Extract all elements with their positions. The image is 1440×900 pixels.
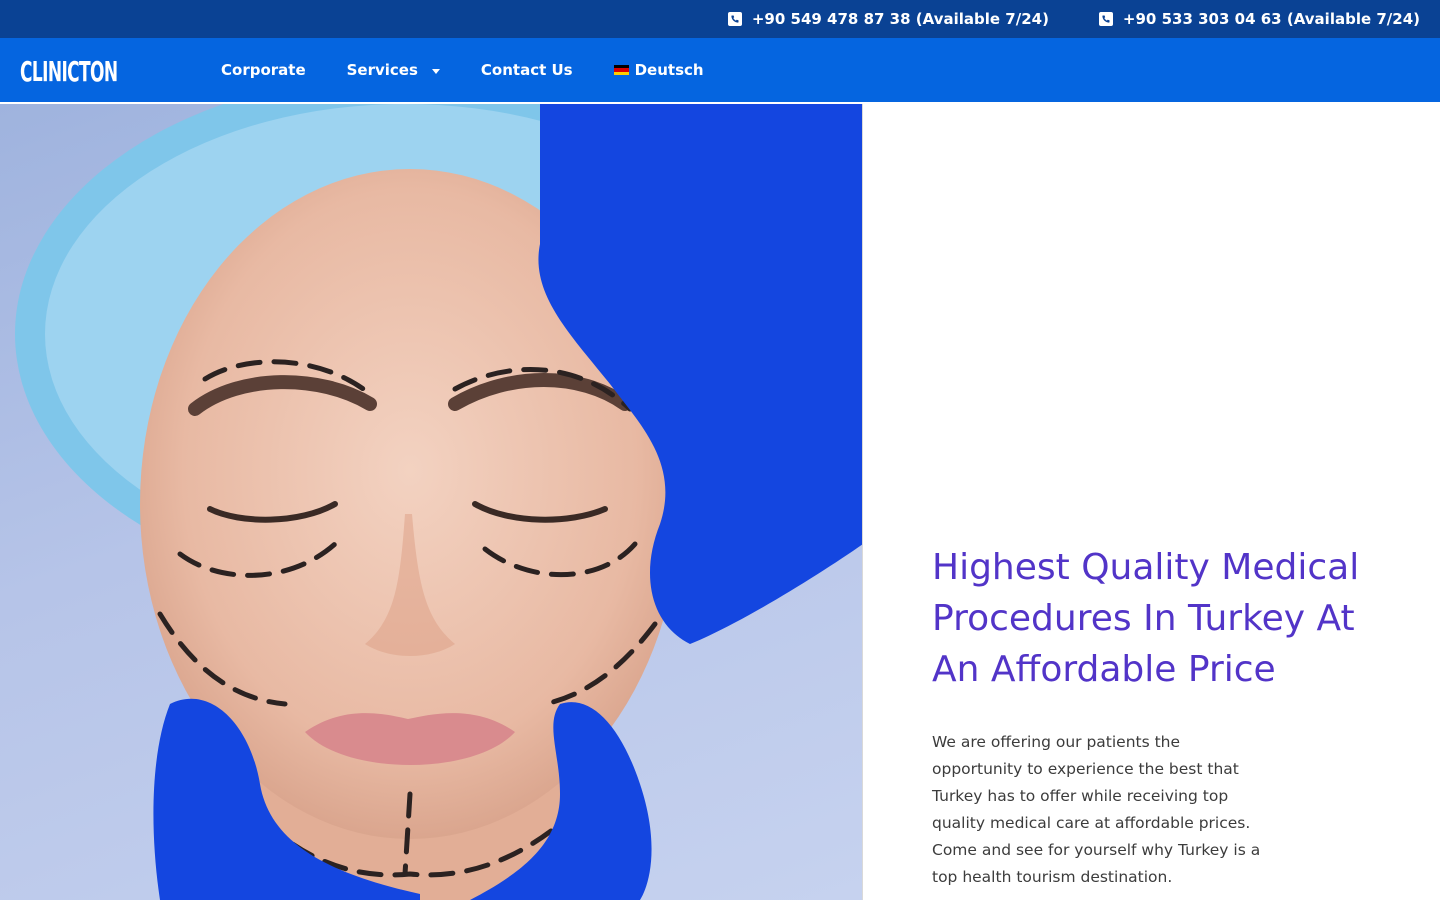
nav-label-services: Services	[346, 61, 418, 79]
phone-number-1: +90 549 478 87 38 (Available 7/24)	[751, 10, 1049, 28]
nav-label-corporate: Corporate	[221, 61, 306, 79]
hero-image-surgery-face	[0, 104, 863, 900]
site-logo[interactable]: CLINICTON	[20, 54, 121, 86]
phone-square-icon	[1098, 12, 1113, 26]
language-switch-deutsch[interactable]: Deutsch	[613, 61, 704, 79]
chevron-down-icon	[431, 68, 440, 74]
clinicton-logo-icon: CLINICTON	[20, 56, 118, 86]
phone-link-1[interactable]: +90 549 478 87 38 (Available 7/24)	[727, 10, 1049, 28]
hero-description: We are offering our patients the opportu…	[932, 733, 1261, 886]
main-navbar: CLINICTON Corporate Services Contact Us …	[0, 38, 1440, 102]
language-label: Deutsch	[634, 61, 704, 79]
nav-item-corporate[interactable]: Corporate	[221, 61, 306, 79]
svg-text:CLINICTON: CLINICTON	[20, 56, 118, 86]
surgery-face-markings-image	[15, 104, 863, 900]
hero-title: Highest Quality Medical Procedures In Tu…	[932, 547, 1360, 690]
phone-number-2: +90 533 303 04 63 (Available 7/24)	[1122, 10, 1420, 28]
phone-link-2[interactable]: +90 533 303 04 63 (Available 7/24)	[1098, 10, 1420, 28]
german-flag-icon	[613, 65, 629, 75]
nav-item-contact[interactable]: Contact Us	[481, 61, 573, 79]
nav-item-services[interactable]: Services	[347, 61, 440, 79]
nav-label-contact: Contact Us	[480, 61, 573, 79]
primary-nav: Corporate Services Contact Us Deutsch	[221, 38, 745, 102]
hero-divider	[862, 104, 863, 900]
phone-square-icon	[727, 12, 742, 26]
top-contact-bar: +90 549 478 87 38 (Available 7/24) +90 5…	[0, 0, 1440, 38]
